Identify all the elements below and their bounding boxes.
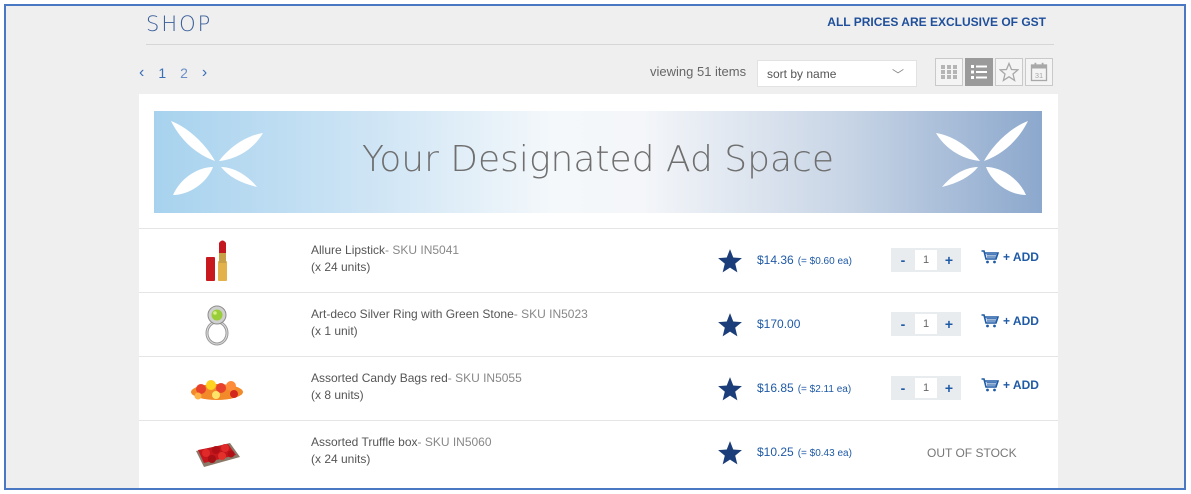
add-label: + ADD [1003,250,1039,264]
quantity-stepper: - + [891,248,961,272]
page-link-2[interactable]: 2 [180,65,188,81]
quantity-stepper: - + [891,312,961,336]
price-total: $10.25 [757,445,794,459]
product-price: $10.25 (= $0.43 ea) [757,445,852,459]
next-page-icon[interactable]: › [202,64,207,82]
product-name-block: Assorted Truffle box- SKU IN5060 (x 24 u… [311,434,492,468]
gst-notice: ALL PRICES ARE EXCLUSIVE OF GST [827,15,1046,29]
sort-value: sort by name [767,66,837,81]
decrement-button[interactable]: - [891,312,915,336]
product-price: $170.00 [757,317,804,331]
lipstick-icon[interactable] [187,237,247,285]
ring-icon[interactable] [187,301,247,349]
product-sku: - SKU IN5023 [513,307,588,321]
page-link-1[interactable]: 1 [158,65,166,81]
favourite-star-icon[interactable] [717,312,743,338]
add-to-cart-button[interactable]: + ADD [981,378,1039,392]
add-to-cart-button[interactable]: + ADD [981,250,1039,264]
price-total: $16.85 [757,381,794,395]
increment-button[interactable]: + [937,248,961,272]
product-name[interactable]: Art-deco Silver Ring with Green Stone [311,307,514,321]
product-panel: Your Designated Ad Space Allure Lipstick… [139,94,1058,488]
sort-select[interactable]: sort by name ﹀ [757,60,917,87]
cart-icon [981,314,999,328]
add-label: + ADD [1003,378,1039,392]
cart-icon [981,378,999,392]
product-units: (x 8 units) [311,388,364,402]
ad-banner[interactable]: Your Designated Ad Space [154,111,1042,213]
decrement-button[interactable]: - [891,248,915,272]
product-price: $14.36 (= $0.60 ea) [757,253,852,267]
product-name-block: Allure Lipstick- SKU IN5041 (x 24 units) [311,242,459,276]
product-sku: - SKU IN5041 [385,243,460,257]
favourites-view-icon[interactable] [995,58,1023,86]
product-name-block: Art-deco Silver Ring with Green Stone- S… [311,306,588,340]
out-of-stock-label: OUT OF STOCK [927,446,1017,460]
product-sku: - SKU IN5060 [417,435,492,449]
product-row: Art-deco Silver Ring with Green Stone- S… [139,292,1058,356]
prev-page-icon[interactable]: ‹ [139,64,144,82]
add-label: + ADD [1003,314,1039,328]
product-row: Allure Lipstick- SKU IN5041 (x 24 units)… [139,228,1058,292]
calendar-view-icon[interactable]: 31 [1025,58,1053,86]
product-name[interactable]: Allure Lipstick [311,243,385,257]
increment-button[interactable]: + [937,376,961,400]
item-count: viewing 51 items [650,64,747,79]
product-name[interactable]: Assorted Truffle box [311,435,418,449]
grid-view-icon[interactable] [935,58,963,86]
quantity-input[interactable] [915,314,937,334]
favourite-star-icon[interactable] [717,440,743,466]
product-price: $16.85 (= $2.11 ea) [757,381,851,395]
price-total: $170.00 [757,317,801,331]
price-each: (= $0.60 ea) [797,256,852,267]
favourite-star-icon[interactable] [717,376,743,402]
page-title: SHOP [146,12,213,36]
price-total: $14.36 [757,253,794,267]
list-view-icon[interactable] [965,58,993,86]
price-each: (= $0.43 ea) [797,448,852,459]
product-units: (x 1 unit) [311,324,358,338]
favourite-star-icon[interactable] [717,248,743,274]
candy-icon[interactable] [187,365,247,413]
svg-text:31: 31 [1035,71,1043,80]
header-divider [146,44,1054,45]
product-units: (x 24 units) [311,452,371,466]
product-sku: - SKU IN5055 [447,371,522,385]
pagination: ‹ 1 2 › [139,64,207,82]
decrement-button[interactable]: - [891,376,915,400]
shop-window: SHOP ALL PRICES ARE EXCLUSIVE OF GST ‹ 1… [4,4,1186,490]
cart-icon [981,250,999,264]
ad-text: Your Designated Ad Space [362,139,834,180]
view-toggle-group: 31 [935,58,1053,86]
butterfly-logo-icon [936,121,1028,195]
product-row: Assorted Truffle box- SKU IN5060 (x 24 u… [139,420,1058,484]
product-name-block: Assorted Candy Bags red- SKU IN5055 (x 8… [311,370,522,404]
quantity-stepper: - + [891,376,961,400]
price-each: (= $2.11 ea) [797,384,852,395]
quantity-input[interactable] [915,250,937,270]
product-list: Allure Lipstick- SKU IN5041 (x 24 units)… [139,228,1058,484]
chevron-down-icon: ﹀ [891,68,904,82]
truffle-box-icon[interactable] [187,429,247,477]
quantity-input[interactable] [915,378,937,398]
add-to-cart-button[interactable]: + ADD [981,314,1039,328]
product-units: (x 24 units) [311,260,371,274]
product-name[interactable]: Assorted Candy Bags red [311,371,448,385]
increment-button[interactable]: + [937,312,961,336]
product-row: Assorted Candy Bags red- SKU IN5055 (x 8… [139,356,1058,420]
